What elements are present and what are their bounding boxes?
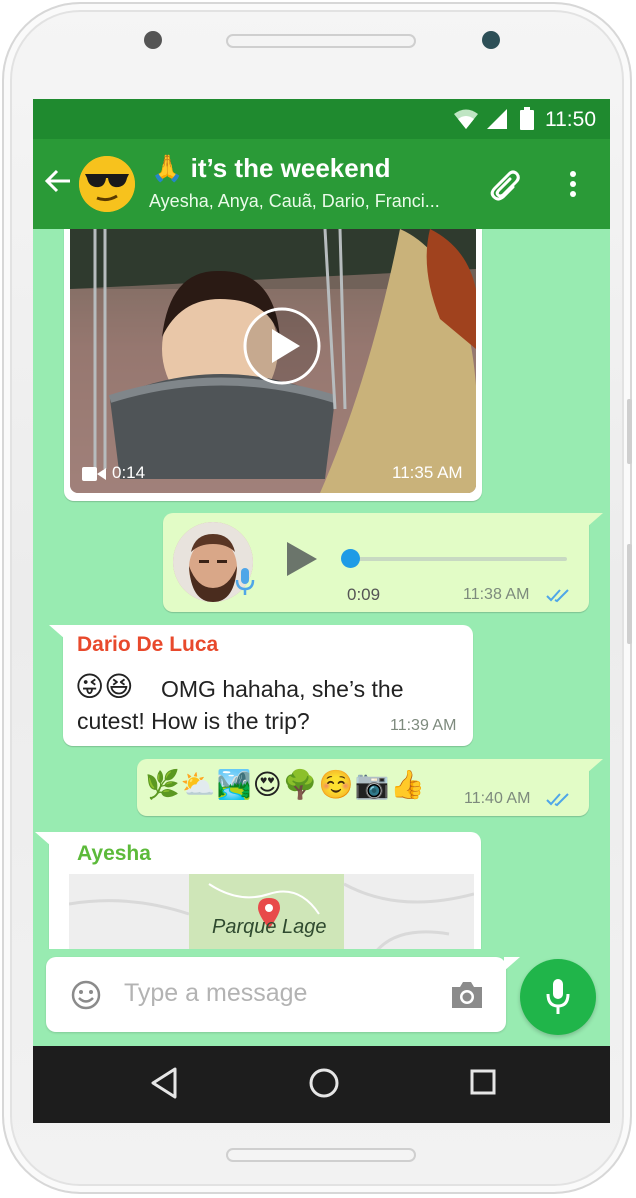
- power-button: [627, 544, 632, 644]
- front-sensor: [144, 31, 162, 49]
- camera-icon[interactable]: [449, 979, 485, 1011]
- voice-duration: 0:09: [347, 585, 381, 604]
- chat-participants[interactable]: Ayesha, Anya, Cauã, Dario, Franci...: [149, 191, 479, 212]
- message-ayesha[interactable]: Ayesha Parque Lage: [35, 832, 481, 949]
- phone-frame: 11:50 🙏 it’s the weekend Ayesha, Anya, C…: [2, 2, 632, 1194]
- nav-home-icon[interactable]: [307, 1066, 341, 1100]
- message-time: 11:40 AM: [464, 790, 531, 807]
- battery-icon: [520, 107, 534, 130]
- bubble-tail: [49, 625, 65, 639]
- nav-back-icon[interactable]: [149, 1066, 179, 1100]
- read-receipt-icon: [546, 793, 569, 807]
- message-list[interactable]: 0:14 11:35 AM 0:09 11:38 AM Dario De Luc…: [33, 229, 610, 949]
- front-camera: [482, 31, 500, 49]
- group-avatar[interactable]: [79, 156, 135, 212]
- location-map[interactable]: Parque Lage: [69, 874, 474, 949]
- bottom-speaker: [226, 1148, 416, 1162]
- status-bar: 11:50: [33, 99, 610, 139]
- read-receipt-icon: [546, 589, 569, 603]
- bubble-tail: [587, 759, 603, 773]
- volume-button: [627, 399, 632, 464]
- bubble-tail: [587, 513, 603, 527]
- bubble-tail: [504, 957, 520, 971]
- voice-time: 11:38 AM: [463, 586, 530, 603]
- video-preview-image: [70, 229, 476, 493]
- video-time: 11:35 AM: [392, 463, 463, 482]
- voice-progress-handle[interactable]: [341, 549, 360, 568]
- emoji-icon[interactable]: [70, 979, 102, 1011]
- voice-progress-track[interactable]: [347, 557, 567, 561]
- message-input-bar: Type a message: [46, 957, 520, 1032]
- sunglasses-face-icon: [79, 156, 135, 212]
- attach-icon[interactable]: [489, 167, 525, 203]
- back-arrow-icon[interactable]: [43, 161, 77, 201]
- message-emojis: 😜😆: [75, 671, 134, 702]
- message-time: 11:39 AM: [390, 717, 457, 734]
- wifi-icon: [454, 109, 478, 129]
- screen: 11:50 🙏 it’s the weekend Ayesha, Anya, C…: [33, 99, 610, 1123]
- message-input[interactable]: Type a message: [124, 979, 307, 1008]
- play-icon[interactable]: [285, 540, 319, 578]
- video-duration: 0:14: [112, 463, 146, 482]
- chat-title[interactable]: 🙏 it’s the weekend: [151, 153, 390, 184]
- message-text-line2: cutest! How is the trip?: [77, 708, 310, 734]
- nav-recents-icon[interactable]: [468, 1066, 498, 1100]
- microphone-icon: [546, 979, 570, 1014]
- sender-name[interactable]: Dario De Luca: [77, 633, 218, 657]
- title-emoji: 🙏: [151, 153, 184, 183]
- earpiece-speaker: [226, 34, 416, 48]
- status-time: 11:50: [545, 108, 596, 131]
- video-message[interactable]: 0:14 11:35 AM: [64, 229, 482, 501]
- video-thumbnail[interactable]: 0:14 11:35 AM: [70, 229, 476, 493]
- more-options-icon[interactable]: [563, 167, 583, 203]
- sender-name[interactable]: Ayesha: [77, 842, 151, 866]
- message-dario[interactable]: Dario De Luca 😜😆 OMG hahaha, she’s the c…: [49, 625, 473, 746]
- message-emojis: 🌿⛅🏞️😍🌳☺️📷👍: [145, 769, 427, 800]
- signal-icon: [487, 109, 507, 129]
- bubble-tail: [35, 832, 51, 846]
- chat-title-text: it’s the weekend: [190, 153, 391, 183]
- microphone-icon: [235, 568, 255, 595]
- message-emoji-only[interactable]: 🌿⛅🏞️😍🌳☺️📷👍 11:40 AM: [137, 759, 603, 816]
- voice-record-button[interactable]: [520, 959, 596, 1035]
- chat-header: 🙏 it’s the weekend Ayesha, Anya, Cauã, D…: [33, 139, 610, 229]
- video-camera-icon: [82, 467, 106, 481]
- map-place-label: Parque Lage: [212, 916, 327, 938]
- voice-message[interactable]: 0:09 11:38 AM: [163, 513, 603, 612]
- message-text-line1: OMG hahaha, she’s the: [161, 676, 404, 702]
- system-navigation-bar: [33, 1046, 610, 1123]
